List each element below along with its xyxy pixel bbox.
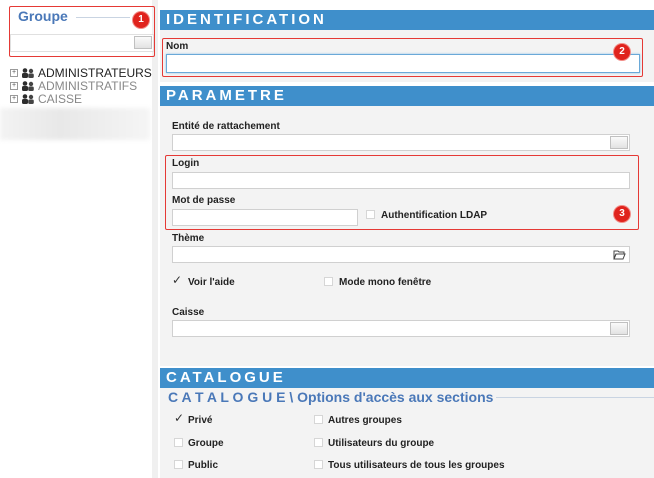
catalogue-sub-title-suffix: Options d'accès aux sections [293, 389, 494, 405]
theme-label: Thème [172, 233, 205, 244]
tous-utilisateurs-label: Tous utilisateurs de tous les groupes [328, 460, 505, 471]
prive-checkbox[interactable]: ✓ [174, 412, 184, 424]
annotation-badge-2: 2 [614, 44, 630, 60]
expand-plus-icon[interactable]: + [10, 69, 18, 77]
catalogue-header: CATALOGUE [160, 368, 654, 388]
catalogue-sub-title-prefix: C A T A L O G U E \ [168, 389, 294, 405]
tree-item-label: ADMINISTRATIFS [38, 79, 138, 93]
autres-groupes-label: Autres groupes [328, 415, 402, 426]
expand-plus-icon[interactable]: + [10, 82, 18, 90]
folder-open-icon[interactable] [613, 249, 626, 260]
annotation-badge-3: 3 [614, 206, 630, 222]
identification-header: IDENTIFICATION [160, 10, 654, 30]
group-icon [22, 81, 34, 91]
annotation-badge-1: 1 [133, 12, 149, 28]
groupe-label: Groupe [188, 438, 224, 449]
group-icon [22, 94, 34, 104]
mono-fenetre-label: Mode mono fenêtre [339, 277, 432, 288]
voir-aide-label: Voir l'aide [188, 277, 235, 288]
caisse-lookup-button[interactable] [610, 322, 628, 335]
caisse-field[interactable] [172, 320, 630, 337]
voir-aide-checkbox[interactable]: ✓ [172, 274, 182, 286]
annotation-box-3 [165, 155, 639, 230]
tree-item-label: ADMINISTRATEURS [38, 66, 152, 80]
entite-label: Entité de rattachement [172, 121, 280, 132]
entite-field[interactable] [172, 134, 630, 151]
annotation-box-2 [162, 38, 643, 77]
catalogue-sub-title-rule [496, 397, 654, 398]
entite-lookup-button[interactable] [610, 136, 628, 149]
tree-item-caisse[interactable]: + CAISSE [10, 92, 82, 106]
blurred-area [0, 108, 150, 140]
public-label: Public [188, 460, 219, 471]
tree-item-label: CAISSE [38, 92, 83, 106]
prive-label: Privé [188, 415, 213, 426]
panel-splitter[interactable] [152, 0, 158, 478]
utilisateurs-groupe-label: Utilisateurs du groupe [328, 438, 435, 449]
catalogue-sub-title: C A T A L O G U E \ Options d'accès aux … [168, 389, 493, 405]
annotation-box-1 [9, 6, 155, 57]
expand-plus-icon[interactable]: + [10, 95, 18, 103]
groupe-checkbox[interactable] [174, 438, 183, 447]
tree-item-administrateurs[interactable]: + ADMINISTRATEURS [10, 66, 152, 80]
parametre-header: PARAMETRE [160, 86, 654, 106]
autres-groupes-checkbox[interactable] [314, 415, 323, 424]
group-icon [22, 68, 34, 78]
tree-item-administratifs[interactable]: + ADMINISTRATIFS [10, 79, 137, 93]
public-checkbox[interactable] [174, 460, 183, 469]
caisse-label: Caisse [172, 307, 205, 318]
theme-field[interactable] [172, 246, 630, 263]
tous-utilisateurs-checkbox[interactable] [314, 460, 323, 469]
utilisateurs-groupe-checkbox[interactable] [314, 438, 323, 447]
mono-fenetre-checkbox[interactable] [324, 277, 333, 286]
